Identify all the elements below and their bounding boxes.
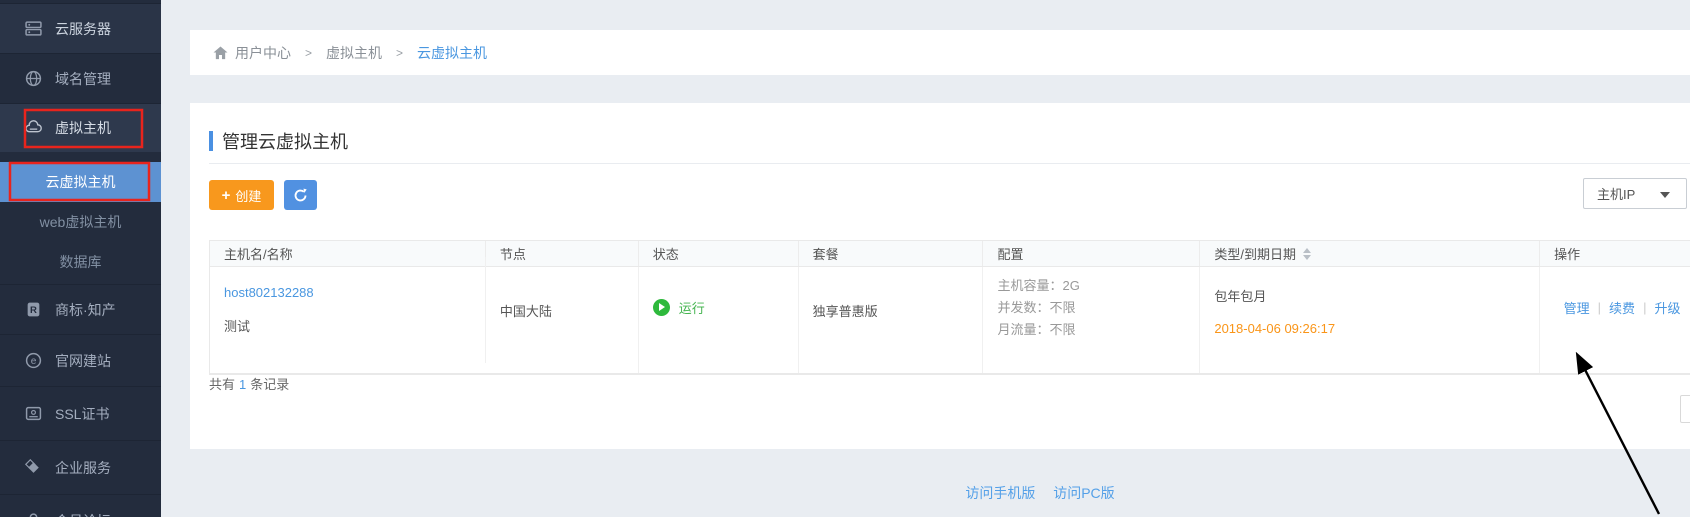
- plus-icon: +: [222, 187, 231, 204]
- col-config: 配置: [983, 241, 1200, 266]
- sidebar-item-cloud-server[interactable]: 云服务器: [0, 3, 161, 53]
- chevron-down-icon: [1660, 192, 1670, 198]
- sidebar-item-label: 虚拟主机: [55, 118, 111, 138]
- refresh-button[interactable]: [284, 180, 317, 210]
- server-icon: [25, 20, 42, 37]
- page-title: 管理云虚拟主机: [209, 128, 348, 154]
- cell-plan: 独享普惠版: [799, 267, 984, 373]
- sidebar-item-trademark[interactable]: R 商标·知产: [0, 284, 161, 334]
- sidebar-item-label: 企业服务: [55, 458, 111, 478]
- host-alias: 测试: [224, 316, 485, 335]
- col-node: 节点: [486, 241, 639, 266]
- config-capacity: 主机容量：2G: [997, 275, 1199, 297]
- upgrade-link[interactable]: 升级: [1654, 298, 1680, 317]
- pagination-button[interactable]: [1680, 395, 1690, 423]
- sidebar-item-label: 域名管理: [55, 69, 111, 89]
- status-running-icon: [653, 299, 670, 316]
- breadcrumb-separator: >: [396, 46, 403, 60]
- sidebar-item-label: 商标·知产: [55, 300, 116, 320]
- cell-status: 运行: [639, 267, 799, 373]
- col-status: 状态: [639, 241, 799, 266]
- sidebar-item-label: 官网建站: [55, 351, 111, 371]
- sidebar-item-ssl[interactable]: SSL证书: [0, 386, 161, 440]
- sidebar-item-enterprise[interactable]: 企业服务: [0, 440, 161, 494]
- create-button[interactable]: + 创建: [209, 180, 274, 210]
- breadcrumb-separator: >: [305, 46, 312, 60]
- enterprise-icon: [25, 459, 42, 476]
- sidebar-item-label: 会员论坛: [55, 511, 111, 517]
- cell-config: 主机容量：2G 并发数：不限 月流量：不限: [983, 267, 1200, 373]
- member-icon: [25, 512, 42, 517]
- sidebar-item-label: 云服务器: [55, 19, 111, 39]
- sidebar-subitem-web-vhost[interactable]: web虚拟主机: [0, 202, 161, 242]
- sidebar-subitem-cloud-vhost[interactable]: 云虚拟主机: [0, 162, 161, 202]
- sidebar: 云服务器 域名管理 虚拟主机 云虚拟主机 web虚拟主机 数据库: [0, 0, 161, 517]
- host-table: 主机名/名称 节点 状态 套餐 配置 类型/到期日期 操作 host802132…: [209, 240, 1690, 375]
- cell-type-expire: 包年包月 2018-04-06 09:26:17: [1200, 267, 1540, 373]
- breadcrumb: 用户中心 > 虚拟主机 > 云虚拟主机: [213, 30, 487, 75]
- mobile-version-link[interactable]: 访问手机版: [965, 485, 1035, 501]
- renew-link[interactable]: 续费: [1609, 298, 1635, 317]
- main-panel: 管理云虚拟主机 + 创建 主机IP 主机名/名称 节点 状态 套餐 配置: [190, 103, 1690, 449]
- sidebar-subitem-label: 数据库: [60, 252, 102, 272]
- config-traffic: 月流量：不限: [997, 319, 1199, 341]
- sidebar-item-domain[interactable]: 域名管理: [0, 53, 161, 103]
- breadcrumb-cloud-vhost[interactable]: 云虚拟主机: [417, 43, 487, 63]
- sort-icon[interactable]: [1303, 248, 1311, 260]
- breadcrumb-bar: 用户中心 > 虚拟主机 > 云虚拟主机: [190, 30, 1690, 75]
- col-plan: 套餐: [799, 241, 984, 266]
- divider: [209, 163, 1690, 164]
- sidebar-item-member[interactable]: 会员论坛: [0, 494, 161, 517]
- manage-link[interactable]: 管理: [1564, 298, 1590, 317]
- trademark-icon: R: [25, 301, 42, 318]
- certificate-icon: [25, 405, 42, 422]
- record-count: 1: [239, 377, 246, 392]
- svg-text:e: e: [31, 356, 37, 367]
- host-name-link[interactable]: host802132288: [224, 285, 485, 300]
- host-ip-dropdown[interactable]: 主机IP: [1583, 178, 1687, 209]
- refresh-icon: [293, 188, 308, 203]
- home-icon: [213, 46, 228, 60]
- record-summary: 共有1条记录: [209, 374, 289, 393]
- sidebar-subitem-label: 云虚拟主机: [46, 172, 116, 192]
- host-icon: [25, 120, 42, 137]
- footer: 访问手机版 访问PC版: [900, 483, 1180, 503]
- table-row: host802132288 测试 中国大陆 运行 独享普惠版: [210, 267, 1690, 374]
- sidebar-item-website[interactable]: e 官网建站: [0, 334, 161, 386]
- globe-icon: [25, 70, 42, 87]
- pc-version-link[interactable]: 访问PC版: [1053, 485, 1114, 501]
- expire-date: 2018-04-06 09:26:17: [1214, 321, 1539, 336]
- col-type-expire[interactable]: 类型/到期日期: [1200, 241, 1540, 266]
- config-concurrency: 并发数：不限: [997, 297, 1199, 319]
- breadcrumb-vhost[interactable]: 虚拟主机: [326, 43, 382, 63]
- title-accent-bar: [209, 131, 213, 151]
- status-label: 运行: [679, 298, 705, 317]
- breadcrumb-user-center[interactable]: 用户中心: [235, 43, 291, 63]
- sidebar-item-vhost[interactable]: 虚拟主机: [0, 103, 161, 152]
- svg-text:R: R: [30, 305, 37, 316]
- cell-actions: 管理 | 续费 | 升级: [1540, 254, 1690, 360]
- billing-type: 包年包月: [1214, 286, 1539, 305]
- website-icon: e: [25, 352, 42, 369]
- sidebar-subitem-label: web虚拟主机: [40, 212, 122, 232]
- sidebar-subitem-database[interactable]: 数据库: [0, 242, 161, 282]
- sidebar-item-label: SSL证书: [55, 404, 109, 424]
- cell-node: 中国大陆: [486, 267, 639, 373]
- page: 云服务器 域名管理 虚拟主机 云虚拟主机 web虚拟主机 数据库: [0, 0, 1690, 517]
- cell-hostname: host802132288 测试: [210, 257, 486, 363]
